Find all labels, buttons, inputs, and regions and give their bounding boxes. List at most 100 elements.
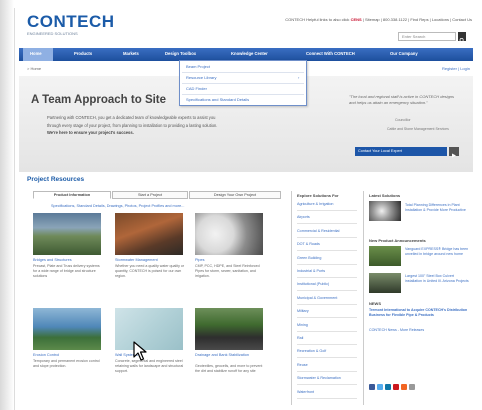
market-divider (297, 263, 357, 265)
news-headline[interactable]: Tremont International to Acquire CONTECH… (369, 308, 471, 318)
top-links-text[interactable]: CONTECH Helpful links to also click (285, 17, 349, 22)
market-divider (297, 210, 357, 211)
card-title-stormwater[interactable]: Stormwater Management (115, 258, 158, 262)
latest-solution-text[interactable]: Total Planning Differences in Plant Inst… (405, 203, 471, 213)
market-divider (297, 370, 357, 372)
project-resources-title: Project Resources (27, 176, 85, 183)
tab-start-project[interactable]: Start a Project (112, 191, 188, 199)
market-divider (297, 277, 357, 278)
nav-our-company[interactable]: Our Company (390, 51, 418, 56)
bridges-image[interactable] (33, 213, 101, 255)
market-item[interactable]: Industrial & Ports (297, 269, 325, 273)
facebook-icon[interactable] (369, 384, 375, 390)
latest-solutions-title: Latest Solutions (369, 193, 401, 198)
linkedin-icon[interactable] (385, 384, 391, 390)
drainage-image[interactable] (195, 308, 263, 350)
market-divider (297, 397, 357, 399)
erosion-control-image[interactable] (33, 308, 101, 350)
breadcrumb[interactable]: > Home (27, 66, 41, 71)
market-item[interactable]: Mining (297, 323, 308, 327)
logo-subtitle: ENGINEERED SOLUTIONS (27, 31, 78, 36)
new-product-image-2[interactable] (369, 273, 401, 293)
nav-home[interactable]: Home (30, 51, 42, 56)
card-title-pipes[interactable]: Pipes (195, 258, 205, 262)
search-input[interactable]: Enter Search (398, 32, 456, 41)
market-divider (297, 384, 357, 386)
market-item[interactable]: Municipal & Government (297, 296, 337, 300)
card-title-bridges[interactable]: Bridges and Structures (33, 258, 72, 262)
twitter-icon[interactable] (377, 384, 383, 390)
menu-item-specifications[interactable]: Specifications and Standard Details (186, 97, 249, 102)
market-divider (297, 357, 357, 359)
logo[interactable]: CONTECH (27, 12, 115, 32)
arrow-right-icon (452, 153, 456, 158)
menu-item-resource-library[interactable]: Resource Library (186, 75, 216, 80)
tab-design-project[interactable]: Design Your Own Project (189, 191, 281, 199)
top-links-red[interactable]: CENS (351, 17, 362, 22)
contact-expert-arrow[interactable] (449, 147, 459, 158)
stormwater-image[interactable] (115, 213, 183, 255)
market-item[interactable]: Rail (297, 336, 303, 340)
market-divider (297, 317, 357, 319)
share-icon[interactable] (409, 384, 415, 390)
card-text-drainage: Geotextiles, geocells, and more to preve… (195, 364, 263, 374)
market-item[interactable]: Agriculture & Irrigation (297, 202, 333, 206)
tab-description: Specifications, Standard Details, Drawin… (51, 204, 185, 208)
menu-item-cad-finder[interactable]: CAD Finder (186, 86, 207, 91)
top-links-rest[interactable]: | Sitemap | 800.338.1122 | Find Reps | L… (363, 17, 472, 22)
hero-body: Partnering with CONTECH, you get a dedic… (47, 114, 227, 137)
market-item[interactable]: Commercial & Residential (297, 229, 339, 233)
search-button[interactable] (458, 32, 466, 43)
market-item[interactable]: Military (297, 309, 309, 313)
market-item[interactable]: Green Building (297, 256, 321, 260)
menu-divider (182, 83, 304, 84)
search-icon (459, 38, 465, 43)
pipes-image[interactable] (195, 213, 263, 255)
nav-knowledge-center[interactable]: Knowledge Center (231, 51, 268, 56)
hero-body-bold: We're here to ensure your project's succ… (47, 130, 134, 135)
market-divider (297, 236, 357, 238)
menu-divider (182, 72, 304, 73)
new-product-text-1[interactable]: Vanguard EXPRESS® Bridge has been unveil… (405, 247, 471, 257)
nav-products[interactable]: Products (74, 51, 92, 56)
account-links[interactable]: Register | Login (442, 66, 470, 71)
card-text-pipes: CMP, PCC, HDPE, and Steel Reinforced Pip… (195, 264, 260, 279)
testimonial-company: Cattle and Stone Management Services (387, 127, 449, 131)
menu-item-beam-project[interactable]: Beam Project (186, 64, 210, 69)
market-item[interactable]: Stormwater & Reclamation (297, 376, 341, 380)
market-item[interactable]: Recreation & Golf (297, 349, 326, 353)
market-divider (297, 250, 357, 252)
market-item[interactable]: Institutional (Public) (297, 282, 329, 286)
mouse-cursor-icon (133, 341, 147, 366)
nav-design-toolbox[interactable]: Design Toolbox (165, 51, 196, 56)
nav-markets[interactable]: Markets (123, 51, 139, 56)
new-product-image-1[interactable] (369, 246, 401, 266)
tab-product-information[interactable]: Product Information (33, 191, 111, 199)
youtube-icon[interactable] (393, 384, 399, 390)
contact-expert-button[interactable]: Contact Your Local Expert (355, 147, 447, 156)
market-item[interactable]: Airports (297, 215, 310, 219)
design-toolbox-menu: Beam Project Resource Library › CAD Find… (179, 60, 307, 106)
market-divider (297, 290, 357, 292)
card-title-drainage[interactable]: Drainage and Bank Stabilization (195, 353, 267, 358)
page: CONTECH ENGINEERED SOLUTIONS CONTECH Hel… (14, 8, 476, 410)
new-products-title: New Product Announcements (369, 238, 426, 243)
market-divider (297, 223, 357, 225)
market-item[interactable]: DOT & Roads (297, 242, 320, 246)
news-more-link[interactable]: CONTECH News - More Releases (369, 328, 471, 333)
page-shadow (0, 0, 14, 410)
new-product-text-2[interactable]: Largest 100" Steel Box Culvert installat… (405, 274, 471, 284)
latest-solution-image[interactable] (369, 201, 401, 221)
chevron-right-icon: › (298, 75, 300, 80)
card-title-erosion[interactable]: Erosion Control (33, 353, 59, 357)
wall-systems-image[interactable] (115, 308, 183, 350)
column-divider (363, 191, 364, 405)
nav-connect[interactable]: Connect With CONTECH (306, 51, 355, 56)
rss-icon[interactable] (401, 384, 407, 390)
market-item[interactable]: Reuse (297, 363, 308, 367)
menu-divider (182, 94, 304, 95)
hero-body-text: Partnering with CONTECH, you get a dedic… (47, 115, 218, 128)
top-links[interactable]: CONTECH Helpful links to also click CENS… (285, 17, 472, 22)
markets-title: Explore Solutions For (297, 193, 339, 198)
market-item[interactable]: Waterfront (297, 390, 314, 394)
